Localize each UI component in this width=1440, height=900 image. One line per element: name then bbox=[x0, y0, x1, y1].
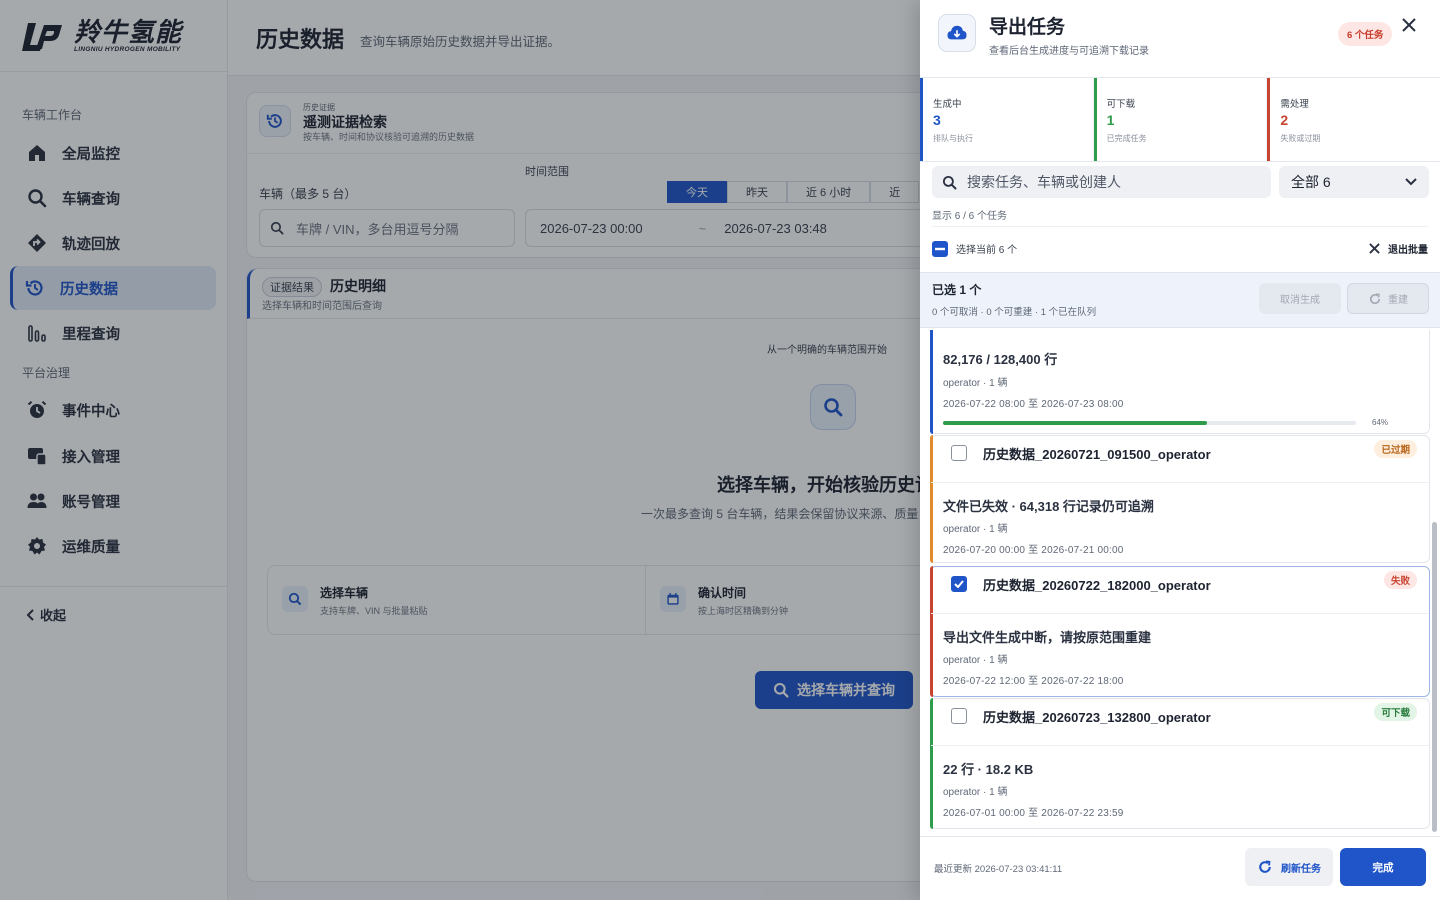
cancel-generation-label: 取消生成 bbox=[1280, 295, 1320, 306]
task-checkbox[interactable] bbox=[951, 708, 967, 724]
check-icon bbox=[954, 580, 964, 588]
status-filter-select[interactable]: 全部 6 bbox=[1279, 166, 1429, 198]
drawer-title: 导出任务 bbox=[989, 17, 1066, 38]
stat-label: 生成中 bbox=[933, 99, 962, 110]
cancel-generation-button[interactable]: 取消生成 bbox=[1259, 283, 1341, 314]
status-bar bbox=[930, 698, 933, 829]
cloud-download-icon bbox=[938, 14, 976, 52]
task-name: 历史数据_20260722_182000_operator bbox=[983, 578, 1211, 593]
rebuild-button[interactable]: 重建 bbox=[1347, 283, 1429, 314]
task-list: 82,176 / 128,400 行 operator · 1 辆 2026-0… bbox=[920, 330, 1440, 834]
batch-action-bar: 已选 1 个 0 个可取消 · 0 个可重建 · 1 个已在队列 取消生成 重建 bbox=[920, 272, 1440, 328]
status-badge: 失败 bbox=[1383, 571, 1417, 589]
refresh-icon bbox=[1259, 860, 1271, 873]
task-card[interactable]: 82,176 / 128,400 行 operator · 1 辆 2026-0… bbox=[930, 330, 1430, 434]
task-user: operator · 1 辆 bbox=[943, 655, 1008, 666]
chevron-down-icon bbox=[1405, 178, 1417, 186]
divider bbox=[931, 745, 1429, 746]
select-all-label: 选择当前 6 个 bbox=[956, 245, 1018, 256]
progress-label: 64% bbox=[1372, 418, 1389, 427]
stat-label: 需处理 bbox=[1280, 99, 1309, 110]
search-icon bbox=[942, 175, 957, 189]
stat-hint: 排队与执行 bbox=[933, 134, 973, 143]
task-range: 2026-07-22 12:00 至 2026-07-22 18:00 bbox=[943, 676, 1124, 687]
task-count-badge: 6 个任务 bbox=[1338, 22, 1393, 46]
showing-count: 显示 6 / 6 个任务 bbox=[932, 211, 1008, 222]
stat-label: 可下载 bbox=[1106, 99, 1136, 110]
indeterminate-icon bbox=[935, 247, 945, 250]
refresh-label: 刷新任务 bbox=[1281, 863, 1321, 875]
status-badge: 可下载 bbox=[1374, 703, 1417, 721]
task-search-input[interactable]: 搜索任务、车辆或创建人 bbox=[932, 166, 1271, 198]
exit-batch-label: 退出批量 bbox=[1388, 245, 1428, 256]
stat-value: 2 bbox=[1280, 112, 1289, 128]
stat-needs-action[interactable]: 需处理 2 失败或过期 bbox=[1267, 78, 1440, 161]
task-card[interactable]: 历史数据_20260721_091500_operator 已过期 文件已失效 … bbox=[930, 435, 1430, 563]
task-card[interactable]: 历史数据_20260723_132800_operator 可下载 22 行 ·… bbox=[930, 698, 1430, 829]
stat-value: 1 bbox=[1106, 112, 1115, 128]
export-tasks-drawer: 导出任务 查看后台生成进度与可追溯下载记录 6 个任务 生成中 3 排队与执行 … bbox=[920, 0, 1440, 900]
status-bar bbox=[930, 566, 933, 697]
task-name: 历史数据_20260721_091500_operator bbox=[983, 447, 1211, 462]
task-user: operator · 1 辆 bbox=[943, 378, 1008, 389]
refresh-icon bbox=[1369, 292, 1381, 304]
select-all-row: 选择当前 6 个 退出批量 bbox=[932, 226, 1428, 270]
done-label: 完成 bbox=[1372, 861, 1394, 874]
progress-fill bbox=[943, 421, 1208, 425]
rebuild-label: 重建 bbox=[1388, 295, 1408, 306]
close-button[interactable] bbox=[1398, 14, 1420, 36]
status-bar bbox=[930, 435, 933, 563]
task-stats: 生成中 3 排队与执行 可下载 1 已完成任务 需处理 2 失败或过期 bbox=[920, 77, 1440, 162]
done-button[interactable]: 完成 bbox=[1340, 848, 1426, 886]
stat-value: 3 bbox=[933, 112, 941, 128]
selected-count: 已选 1 个 bbox=[932, 283, 982, 297]
drawer-subtitle: 查看后台生成进度与可追溯下载记录 bbox=[989, 46, 1149, 57]
batch-summary: 0 个可取消 · 0 个可重建 · 1 个已在队列 bbox=[932, 307, 1097, 318]
task-range: 2026-07-22 08:00 至 2026-07-23 08:00 bbox=[943, 399, 1124, 410]
status-badge: 已过期 bbox=[1374, 440, 1417, 458]
task-metric: 文件已失效 · 64,318 行记录仍可追溯 bbox=[943, 499, 1154, 514]
exit-batch-button[interactable]: 退出批量 bbox=[1369, 241, 1428, 256]
task-user: operator · 1 辆 bbox=[943, 524, 1008, 535]
task-metric: 22 行 · 18.2 KB bbox=[943, 762, 1034, 777]
filter-value: 全部 6 bbox=[1291, 174, 1331, 190]
task-list-scrollbar[interactable] bbox=[1432, 522, 1437, 832]
task-card[interactable]: 历史数据_20260722_182000_operator 失败 导出文件生成中… bbox=[930, 566, 1430, 697]
task-range: 2026-07-20 00:00 至 2026-07-21 00:00 bbox=[943, 545, 1124, 556]
task-checkbox[interactable] bbox=[951, 576, 967, 592]
progress-bar bbox=[943, 421, 1356, 425]
stat-hint: 已完成任务 bbox=[1106, 134, 1147, 143]
drawer-footer: 最近更新 2026-07-23 03:41:11 刷新任务 完成 bbox=[920, 836, 1440, 900]
refresh-tasks-button[interactable]: 刷新任务 bbox=[1245, 848, 1333, 886]
stat-generating[interactable]: 生成中 3 排队与执行 bbox=[920, 78, 1094, 161]
stat-downloadable[interactable]: 可下载 1 已完成任务 bbox=[1093, 78, 1268, 161]
task-name: 历史数据_20260723_132800_operator bbox=[983, 710, 1211, 725]
task-user: operator · 1 辆 bbox=[943, 787, 1008, 798]
select-all-checkbox[interactable] bbox=[932, 240, 948, 257]
task-metric: 82,176 / 128,400 行 bbox=[943, 352, 1058, 367]
close-icon bbox=[1369, 243, 1380, 254]
search-placeholder: 搜索任务、车辆或创建人 bbox=[967, 174, 1121, 190]
status-bar bbox=[930, 330, 933, 434]
divider bbox=[931, 482, 1429, 483]
stat-hint: 失败或过期 bbox=[1280, 134, 1321, 143]
last-updated: 最近更新 2026-07-23 03:41:11 bbox=[934, 864, 1063, 875]
close-icon bbox=[1402, 18, 1416, 32]
task-checkbox[interactable] bbox=[951, 445, 967, 461]
divider bbox=[931, 613, 1429, 614]
task-range: 2026-07-01 00:00 至 2026-07-22 23:59 bbox=[943, 808, 1124, 819]
task-metric: 导出文件生成中断，请按原范围重建 bbox=[943, 630, 1152, 645]
